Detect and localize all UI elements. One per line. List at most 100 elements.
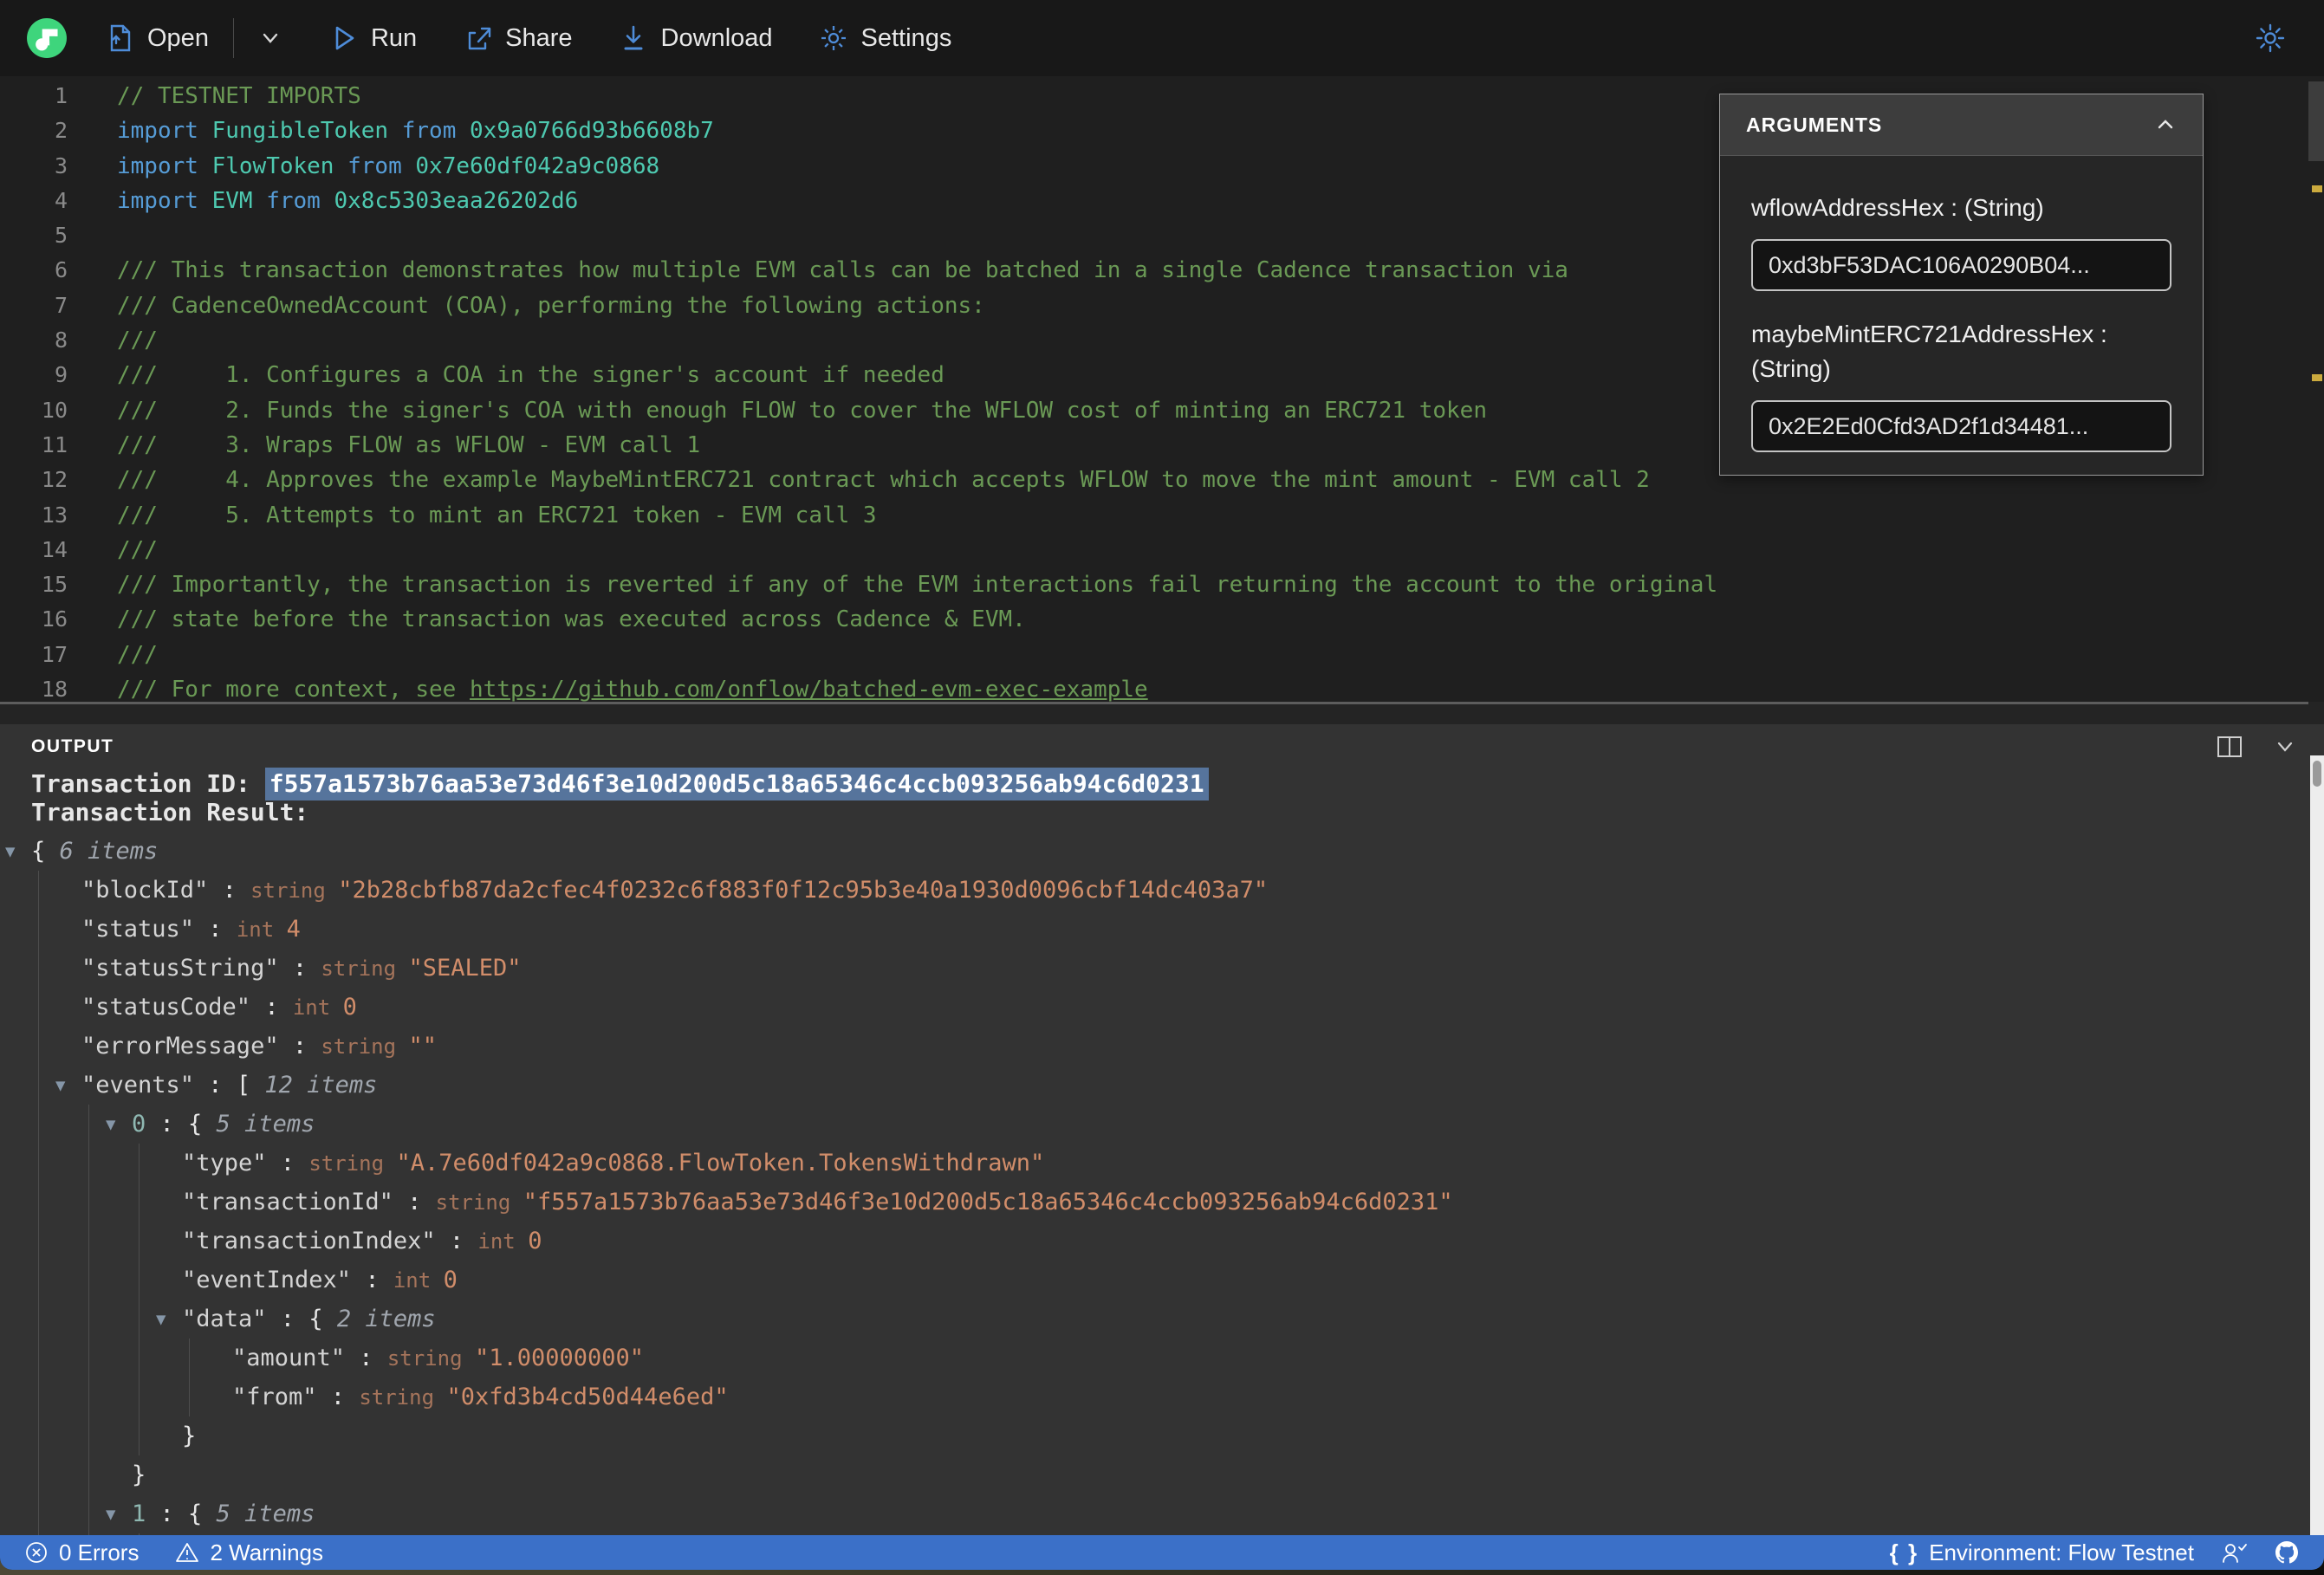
json-token-str: "A.7e60df042a9c0868.FlowToken.TokensWith…: [396, 1150, 1045, 1176]
code-link[interactable]: https://github.com/onflow/batched-evm-ex…: [470, 677, 1148, 702]
json-token-type: string: [359, 1385, 447, 1410]
json-tree-line: "transactionId" : string "f557a1573b76aa…: [0, 1183, 2324, 1222]
json-tree: ▼{ 6 items "blockId" : string "2b28cbfb87…: [0, 832, 2324, 1535]
json-tree-line: "eventIndex" : int 0: [0, 1261, 2324, 1300]
theme-toggle-button[interactable]: [2255, 23, 2286, 54]
github-icon[interactable]: [2274, 1539, 2300, 1565]
json-token-idx: 0: [132, 1111, 146, 1138]
code-text: ///: [117, 638, 158, 672]
editor-scrollbar-thumb[interactable]: [2308, 81, 2324, 161]
environment-status[interactable]: { } Environment: Flow Testnet: [1890, 1539, 2194, 1566]
flow-logo-icon: [27, 18, 67, 58]
code-token: from: [401, 118, 471, 145]
editor-output-sash[interactable]: [0, 702, 2324, 724]
run-button[interactable]: Run: [328, 23, 417, 54]
output-panel: OUTPUT Transaction ID: f557a1573b76aa53e…: [0, 724, 2324, 1535]
argument-input-wflow[interactable]: [1751, 239, 2171, 291]
indent-guide: [189, 1338, 190, 1416]
output-scrollbar[interactable]: [2310, 755, 2324, 1535]
chevron-up-icon: [2158, 120, 2173, 129]
json-token-punc: :: [194, 916, 237, 943]
code-line: 18 /// For more context, see https://gith…: [0, 672, 2324, 702]
download-button[interactable]: Download: [618, 23, 773, 54]
json-token-key: "errorMessage": [81, 1033, 279, 1060]
json-token-str: "SEALED": [408, 955, 522, 982]
json-token-punc: :: [435, 1228, 478, 1254]
argument-label: maybeMintERC721AddressHex : (String): [1751, 321, 2107, 382]
code-token: import: [117, 152, 212, 179]
json-token-key: "data": [182, 1306, 267, 1332]
collapse-output-chevron-icon[interactable]: [2272, 736, 2298, 758]
json-token-type: string: [321, 1034, 409, 1059]
json-token-punc: :: [278, 1033, 321, 1060]
braces-icon: { }: [1889, 1539, 1919, 1565]
arguments-collapse-button[interactable]: [2152, 112, 2178, 138]
line-number: 10: [41, 397, 68, 423]
open-dropdown-button[interactable]: [255, 23, 286, 54]
share-button[interactable]: Share: [462, 23, 573, 54]
json-tree-line: }: [0, 1416, 2324, 1455]
code-token: import: [117, 118, 212, 145]
code-text: /// For more context, see https://github…: [117, 672, 1148, 702]
collapse-toggle-icon[interactable]: ▼: [106, 1495, 132, 1534]
errors-status[interactable]: 0 Errors: [24, 1539, 139, 1566]
json-token-key: "amount": [232, 1345, 346, 1371]
errors-label: 0 Errors: [59, 1539, 140, 1565]
json-tree-line: ▼ "data" : { 2 items: [0, 1300, 2324, 1338]
output-scrollbar-thumb[interactable]: [2313, 761, 2321, 787]
json-token-key: "events": [81, 1072, 195, 1099]
json-token-punc: :: [345, 1345, 387, 1371]
code-token: /// 4. Approves the example MaybeMintERC…: [117, 467, 1650, 494]
json-token-key: "eventIndex": [182, 1267, 352, 1293]
chevron-down-icon: [263, 33, 278, 43]
json-tree-line: "status" : int 4: [0, 910, 2324, 949]
code-text: /// 4. Approves the example MaybeMintERC…: [117, 463, 1650, 497]
json-tree-line: "errorMessage" : string "": [0, 1027, 2324, 1066]
status-bar: 0 Errors 2 Warnings { } Environment: Flo…: [0, 1535, 2324, 1570]
code-line: 13 /// 5. Attempts to mint an ERC721 toke…: [0, 498, 2324, 533]
line-number: 7: [54, 292, 68, 318]
json-token-punc: : {: [146, 1500, 217, 1527]
arguments-body: wflowAddressHex : (String) maybeMintERC7…: [1720, 156, 2203, 475]
horizontal-scrollbar-thumb[interactable]: [0, 702, 2308, 704]
arguments-header[interactable]: ARGUMENTS: [1720, 94, 2203, 156]
feedback-person-icon[interactable]: [2220, 1540, 2248, 1565]
warnings-status[interactable]: 2 Warnings: [175, 1539, 323, 1566]
collapse-toggle-icon[interactable]: ▼: [5, 833, 31, 872]
json-token-type: string: [321, 956, 409, 981]
json-token-str: "1.00000000": [474, 1345, 645, 1371]
warning-triangle-icon: [176, 1543, 199, 1562]
argument-input-maybemint[interactable]: [1751, 400, 2171, 452]
transaction-id-value: f557a1573b76aa53e73d46f3e10d200d5c18a653…: [264, 768, 1209, 800]
json-token-key: "transactionId": [182, 1189, 393, 1215]
line-number: 11: [41, 431, 68, 457]
open-button[interactable]: Open: [104, 23, 209, 54]
collapse-toggle-icon[interactable]: ▼: [55, 1066, 81, 1105]
line-number: 5: [54, 223, 68, 249]
share-icon: [468, 27, 491, 50]
json-token-punc: : {: [146, 1111, 217, 1138]
json-token-idx: 1: [132, 1500, 146, 1527]
json-tree-line: ▼ 1 : { 5 items: [0, 1494, 2324, 1533]
code-text: // TESTNET IMPORTS: [117, 79, 361, 113]
settings-button[interactable]: Settings: [818, 23, 951, 54]
collapse-toggle-icon[interactable]: ▼: [156, 1300, 182, 1339]
json-tree-line: ▼ 0 : { 5 items: [0, 1105, 2324, 1144]
code-token: ///: [117, 536, 158, 563]
json-token-punc: :: [278, 955, 321, 982]
json-tree-line: }: [0, 1455, 2324, 1494]
collapse-toggle-icon[interactable]: ▼: [106, 1105, 132, 1144]
split-view-icon[interactable]: [2217, 736, 2243, 758]
code-token: /// 5. Attempts to mint an ERC721 token …: [117, 502, 877, 528]
json-token-punc: {: [31, 838, 60, 865]
code-text: /// This transaction demonstrates how mu…: [117, 253, 1568, 288]
code-text: ///: [117, 533, 158, 567]
line-number: 17: [41, 641, 68, 667]
json-token-num: 4: [286, 916, 301, 943]
code-token: EVM: [211, 187, 267, 214]
json-tree-line: "from" : string "0xfd3b4cd50d44e6ed": [0, 1377, 2324, 1416]
json-token-num: 0: [443, 1267, 458, 1293]
editor-scrollbar[interactable]: [2308, 76, 2324, 702]
code-text: /// 3. Wraps FLOW as WFLOW - EVM call 1: [117, 428, 700, 463]
code-token: 0x8c5303eaa26202d6: [334, 187, 579, 214]
